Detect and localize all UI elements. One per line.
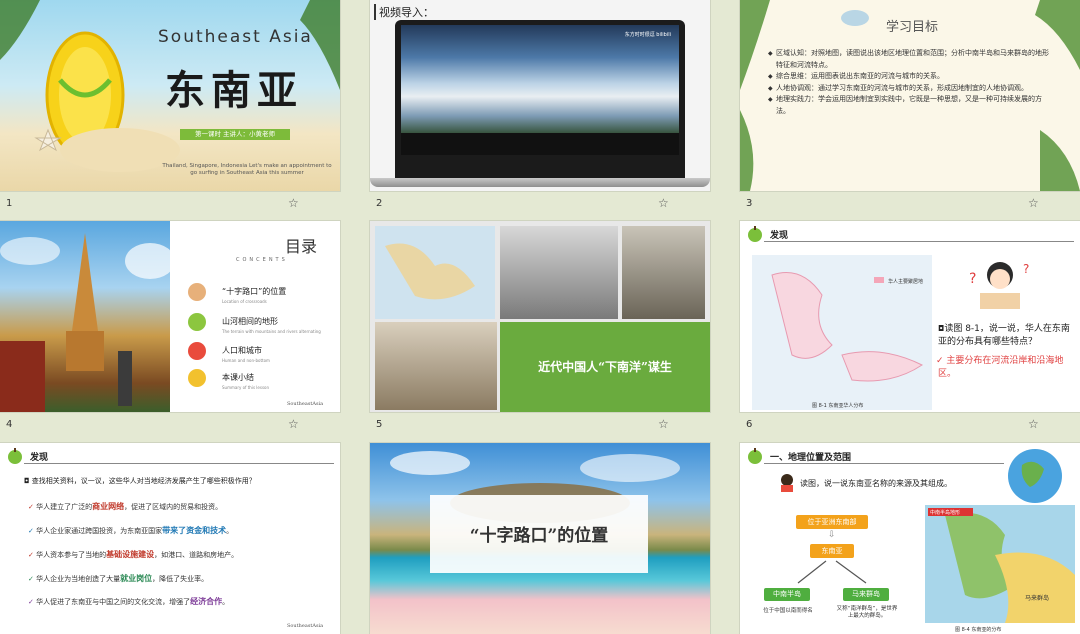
question-text: ◘读图 8-1，说一说，华人在东南亚的分布具有哪些特点？: [938, 324, 1070, 347]
map-caption: 图 8-1 东南亚华人分布: [812, 402, 863, 409]
slide-number: 1: [6, 198, 13, 209]
star-icon[interactable]: ☆: [288, 417, 299, 431]
map-legend: 华人主要聚居地: [888, 278, 923, 285]
globe-icon: [1008, 449, 1062, 503]
objectives-heading: 学习目标: [886, 20, 939, 35]
star-icon[interactable]: ☆: [1028, 196, 1039, 210]
slide-footer: SoutheastAsia: [287, 623, 324, 629]
reading-prompt: 读图，说一说东南亚名称的来源及其组成。: [800, 479, 952, 488]
slide-thumbnail-2[interactable]: 视频导入： 东方时时很逗 bilibili: [370, 0, 710, 191]
impact-item: ✓ 华人建立了广泛的商业网络，促进了区域内的贸易和投资。: [28, 502, 223, 511]
slide-thumbnail-3[interactable]: 学习目标 区域认知：对照地图，读图说出该地区地理位置和范围；分析中南半岛和马来群…: [740, 0, 1080, 191]
girl-thinking-illustration: ? ?: [969, 262, 1029, 309]
slide-number: 6: [746, 419, 753, 430]
historic-people-photo: [622, 226, 705, 319]
slide-thumbnail-9[interactable]: 一、地理位置及范围 读图，说一说东南亚名称的来源及其组成。 位于亚洲东南部 ⇩ …: [740, 443, 1080, 634]
presenter-bar: 第一课时 主讲人：小黄老师: [180, 129, 290, 140]
map-label: 马来群岛: [1025, 594, 1049, 602]
header-title: 发现: [770, 231, 789, 241]
region-box: 位于亚洲东南部: [796, 515, 868, 529]
objective-item: 地理实践力：学会运用因地制宜到实践中，它既是一种思想，又是一种可持续发展的方法。: [768, 94, 1053, 117]
slide-header: 发现: [740, 221, 1080, 245]
star-icon[interactable]: ☆: [1028, 417, 1039, 431]
laptop-frame: 东方时时很逗 bilibili: [395, 20, 685, 178]
branch-arrows: [797, 560, 867, 584]
toc-item[interactable]: 人口和城市 Human and non-bottom: [222, 345, 270, 363]
toc-item[interactable]: 本课小结 Summary of this lesson: [222, 372, 269, 390]
toc-item[interactable]: “十字路口”的位置 Location of crossroads: [222, 286, 286, 304]
discussion-prompt: ◘ 查找相关资料，议一议，这些华人对当地经济发展产生了哪些积极作用？: [24, 477, 256, 485]
impact-item: ✓ 华人资本参与了当地的基础设施建设，如港口、道路和房地产。: [28, 550, 239, 559]
southeast-asia-map: 中南半岛地形 马来群岛: [925, 505, 1075, 623]
apple-icon: [748, 226, 762, 242]
video-preview[interactable]: 东方时时很逗 bilibili: [401, 25, 679, 155]
region-note: 位于中国以南而得名: [763, 608, 813, 614]
pineapple-icon: [188, 369, 206, 387]
svg-text:?: ?: [1023, 262, 1029, 276]
location-icon: [188, 283, 206, 301]
slide-subtitle: Thailand, Singapore, Indonesia Let's mak…: [162, 163, 332, 176]
region-box: 东南亚: [810, 544, 854, 558]
objective-item: 区域认知：对照地图，读图说出该地区地理位置和范围；分析中南半岛和马来群岛的地形特…: [768, 48, 1053, 71]
slide-number: 3: [746, 198, 753, 209]
coconut-icon: [188, 313, 206, 331]
star-icon[interactable]: ☆: [288, 196, 299, 210]
map-photo: [375, 226, 495, 319]
header-title: 发现: [30, 453, 49, 463]
watermelon-icon: [188, 342, 206, 360]
slide-number: 2: [376, 198, 383, 209]
apple-icon: [748, 448, 762, 464]
slide-footer: SoutheastAsia: [287, 401, 324, 407]
arrow-down-icon: ⇩: [828, 530, 836, 540]
slide-thumbnail-5[interactable]: 近代中国人“下南洋”谋生: [370, 221, 710, 412]
video-brand: 东方时时很逗 bilibili: [624, 32, 671, 38]
slide-number: 4: [6, 419, 13, 430]
apple-icon: [8, 448, 22, 464]
slide-thumbnail-7[interactable]: 发现 ◘ 查找相关资料，议一议，这些华人对当地经济发展产生了哪些积极作用？ ✓ …: [0, 443, 340, 634]
impact-item: ✓ 华人企业为当地创造了大量就业岗位，降低了失业率。: [28, 574, 209, 583]
map-title: 中南半岛地形: [930, 509, 960, 516]
objectives-list: 区域认知：对照地图，读图说出该地区地理位置和范围；分析中南半岛和马来群岛的地形特…: [768, 48, 1053, 117]
chinese-distribution-map: 华人主要聚居地 图 8-1 东南亚华人分布: [752, 255, 932, 410]
slide-thumbnail-8[interactable]: “十字路口”的位置: [370, 443, 710, 634]
slide-number: 5: [376, 419, 383, 430]
objective-item: 综合思维：运用图表说出东南亚的河流与城市的关系。: [768, 71, 1053, 83]
caption-text: 近代中国人“下南洋”谋生: [538, 360, 672, 374]
star-icon[interactable]: ☆: [658, 196, 669, 210]
region-box: 马来群岛: [843, 588, 889, 601]
historic-harbor-photo: [500, 226, 618, 319]
impact-item: ✓ 华人促进了东南亚与中国之间的文化交流，增强了经济合作。: [28, 597, 230, 606]
svg-text:?: ?: [969, 271, 976, 287]
impact-item: ✓ 华人企业家通过跨国投资，为东南亚国家带来了资金和技术。: [28, 526, 234, 535]
region-box: 中南半岛: [764, 588, 810, 601]
slide-title-cn: 东南亚: [165, 67, 303, 114]
toc-item[interactable]: 山河相间的地形 The terrain with mountains and ri…: [222, 316, 321, 334]
slide-thumbnail-4[interactable]: 目录 CONCENTS “十字路口”的位置 Location of crossro…: [0, 221, 340, 412]
video-intro-label: 视频导入：: [374, 4, 434, 20]
star-icon[interactable]: ☆: [658, 417, 669, 431]
section-title-box: “十字路口”的位置: [430, 495, 648, 573]
laptop-base: [370, 178, 710, 187]
answer-text: ✓ 主要分布在河流沿岸和沿海地区。: [936, 356, 1064, 379]
header-title: 一、地理位置及范围: [770, 453, 852, 463]
region-note: 又称“南洋群岛”，是世界上最大的群岛。: [836, 606, 898, 619]
slide-thumbnail-6[interactable]: 发现 华人主要聚居地 图 8-1 东南亚华人分布 ? ? ◘读图 8-1，说一说…: [740, 221, 1080, 412]
section-title: “十字路口”的位置: [469, 526, 609, 546]
student-icon: [781, 474, 793, 492]
objective-item: 人地协调观：通过学习东南亚的河流与城市的关系，形成因地制宜的人地协调观。: [768, 83, 1053, 95]
slide-header: 发现: [0, 443, 340, 467]
temple-photo: [0, 221, 175, 412]
toc-title: 目录: [285, 237, 318, 256]
map-caption: 图 8-4 东南亚的分布: [955, 627, 1002, 633]
slide-title-en: Southeast Asia: [158, 27, 313, 47]
caption-panel: 近代中国人“下南洋”谋生: [500, 322, 710, 412]
toc-subtitle: CONCENTS: [236, 257, 288, 263]
slide-thumbnail-1[interactable]: Southeast Asia 东南亚 第一课时 主讲人：小黄老师 Thailan…: [0, 0, 340, 191]
historic-group-photo: [375, 322, 497, 410]
